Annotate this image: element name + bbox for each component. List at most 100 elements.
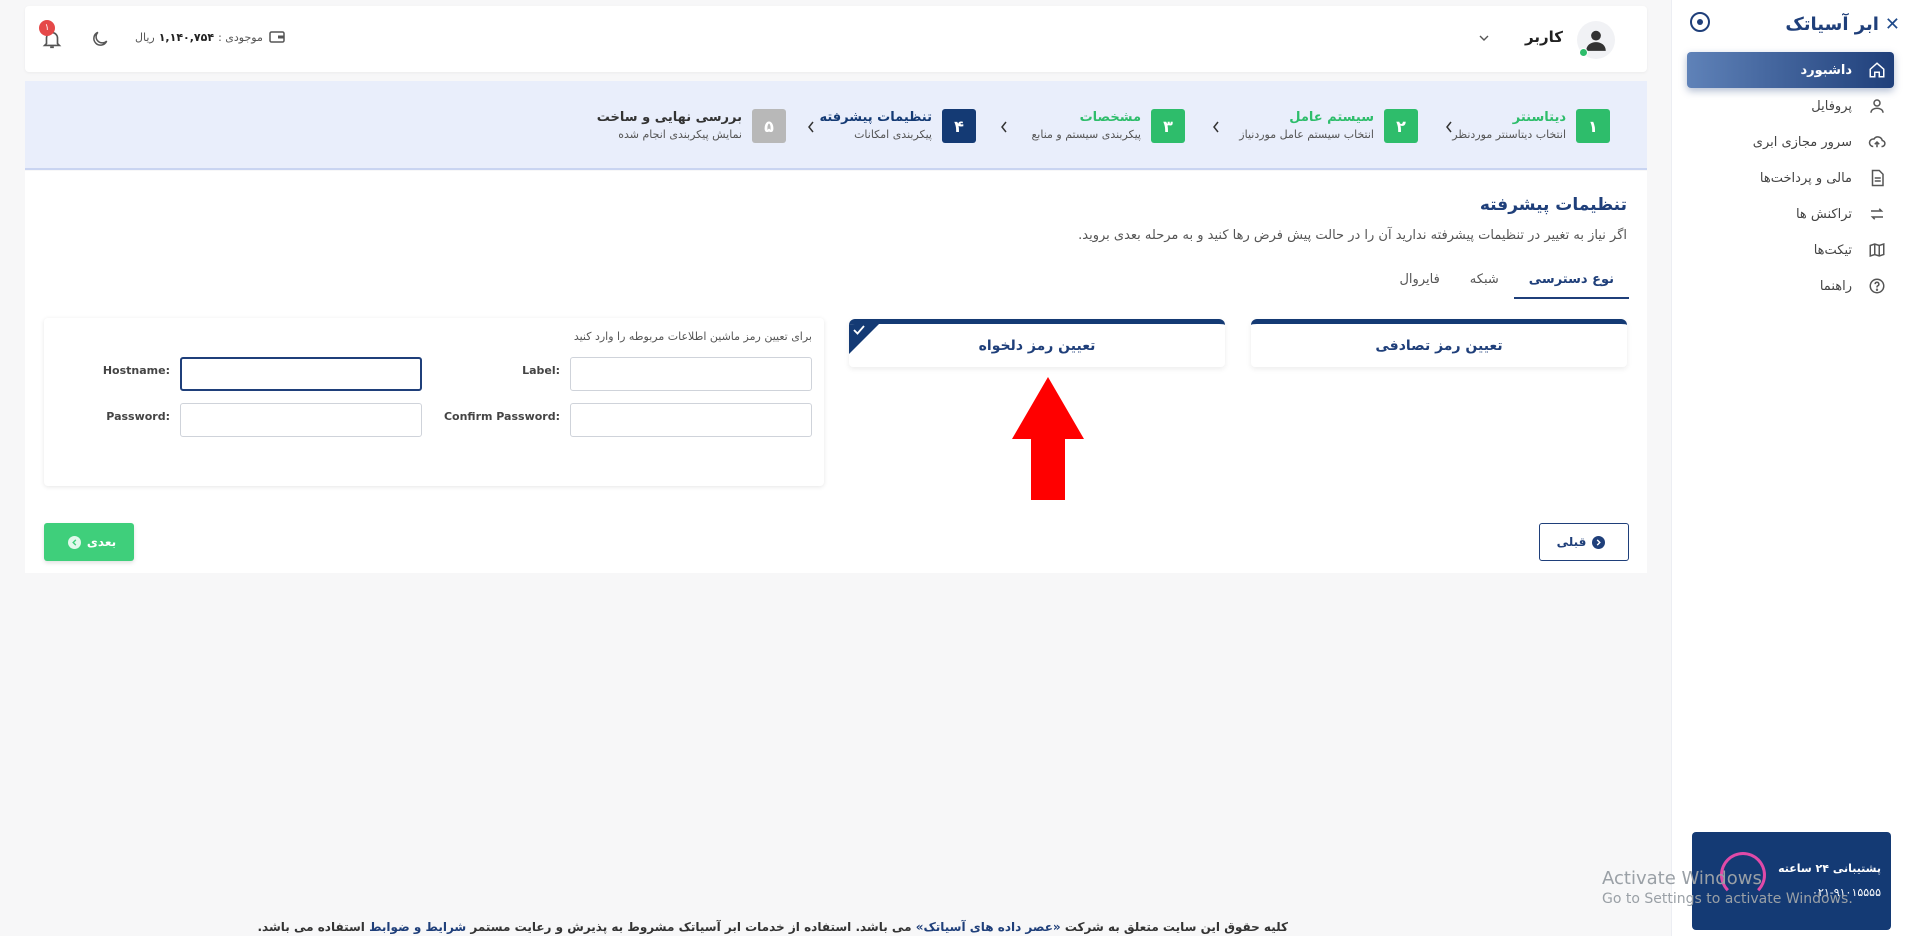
user-name[interactable]: کاربر bbox=[1525, 28, 1563, 46]
step-final-review[interactable]: ۵ بررسی نهایی و ساخت نمایش پیکربندی انجام… bbox=[597, 109, 786, 149]
step-datacenter[interactable]: ۱ دیتاسنتر انتخاب دیتاسنتر موردنظر bbox=[1452, 109, 1610, 149]
watermark-line1: Activate Windows bbox=[1602, 868, 1762, 889]
notification-badge: ۱ bbox=[39, 20, 55, 36]
sidebar-item-label: پروفایل bbox=[1811, 98, 1852, 114]
chevron-left-icon bbox=[1446, 121, 1452, 133]
sidebar-item-transactions[interactable]: تراکنش ها bbox=[1687, 196, 1894, 232]
step-subtitle: پیکربندی سیستم و منابع bbox=[1031, 128, 1141, 141]
wallet-value: ۱,۱۴۰,۷۵۴ bbox=[158, 30, 215, 44]
step-number: ۴ bbox=[942, 109, 976, 143]
previous-button[interactable]: قبلی bbox=[1539, 523, 1629, 561]
step-subtitle: انتخاب سیستم عامل موردنیاز bbox=[1239, 128, 1374, 141]
next-button[interactable]: بعدی bbox=[44, 523, 134, 561]
avatar[interactable] bbox=[1577, 21, 1615, 59]
previous-button-label: قبلی bbox=[1556, 535, 1587, 549]
company-link[interactable]: «عصر داده های آسیاتک» bbox=[916, 920, 1061, 934]
sidebar-item-help[interactable]: راهنما bbox=[1687, 268, 1894, 304]
step-title: بررسی نهایی و ساخت bbox=[596, 110, 742, 125]
hostname-field-label: Hostname: bbox=[102, 364, 170, 377]
wallet-label: موجودی : bbox=[218, 30, 263, 44]
sidebar-item-label: راهنما bbox=[1819, 278, 1852, 294]
step-subtitle: انتخاب دیتاسنتر موردنظر bbox=[1452, 128, 1566, 141]
document-icon bbox=[1866, 167, 1888, 189]
step-advanced-settings[interactable]: ۴ تنظیمات پیشرفته پیکربندی امکانات bbox=[819, 109, 976, 149]
swap-icon bbox=[1866, 203, 1888, 225]
user-icon bbox=[1866, 95, 1888, 117]
confirm-password-input[interactable] bbox=[570, 403, 812, 437]
sidebar-item-label: تیکت‌ها bbox=[1813, 242, 1852, 258]
sidebar-item-label: تراکنش ها bbox=[1795, 206, 1852, 222]
wallet-icon bbox=[269, 31, 285, 43]
step-subtitle: پیکربندی امکانات bbox=[854, 128, 932, 141]
password-field-label: Password: bbox=[106, 410, 170, 423]
chevron-left-icon bbox=[1001, 121, 1007, 133]
help-icon bbox=[1866, 275, 1888, 297]
password-input[interactable] bbox=[180, 403, 422, 437]
map-icon bbox=[1866, 239, 1888, 261]
moon-icon[interactable] bbox=[90, 29, 110, 49]
sidebar-item-cloud-server[interactable]: سرور مجازی ابری bbox=[1687, 124, 1894, 160]
custom-password-form: برای تعیین رمز ماشین اطلاعات مربوطه را و… bbox=[44, 318, 824, 486]
sidebar-item-tickets[interactable]: تیکت‌ها bbox=[1687, 232, 1894, 268]
tab-firewall[interactable]: فایروال bbox=[1384, 269, 1454, 299]
footer-text: می باشد. استفاده از خدمات ابر آسیاتک مشر… bbox=[466, 920, 916, 934]
step-operating-system[interactable]: ۲ سیستم عامل انتخاب سیستم عامل موردنیاز bbox=[1239, 109, 1418, 149]
watermark-line2: Go to Settings to activate Windows. bbox=[1602, 891, 1853, 907]
step-number: ۵ bbox=[752, 109, 786, 143]
chevron-down-icon[interactable] bbox=[1479, 33, 1489, 43]
brand-name: ابر آسیاتک bbox=[1785, 13, 1879, 35]
tab-network[interactable]: شبکه bbox=[1455, 269, 1514, 299]
step-number: ۱ bbox=[1576, 109, 1610, 143]
chevron-right-circle-icon bbox=[1592, 535, 1606, 549]
page-description: اگر نیاز به تغییر در تنظیمات پیشرفته ندا… bbox=[1078, 228, 1627, 243]
form-hint: برای تعیین رمز ماشین اطلاعات مربوطه را و… bbox=[573, 330, 812, 343]
footer-copyright: کلیه حقوق این سایت متعلق به شرکت «عصر دا… bbox=[257, 920, 1288, 934]
step-subtitle: نمایش پیکربندی انجام شده bbox=[618, 128, 742, 141]
label-field-label: Label: bbox=[522, 364, 560, 377]
tab-access-type[interactable]: نوع دسترسی bbox=[1513, 269, 1629, 299]
check-icon bbox=[853, 325, 865, 335]
next-button-label: بعدی bbox=[86, 535, 117, 549]
settings-tabs: نوع دسترسی شبکه فایروال bbox=[1384, 269, 1629, 299]
step-title: تنظیمات پیشرفته bbox=[819, 110, 932, 125]
step-title: سیستم عامل bbox=[1289, 110, 1374, 125]
footer-text: کلیه حقوق این سایت متعلق به شرکت bbox=[1060, 920, 1288, 934]
red-arrow-annotation bbox=[1012, 377, 1084, 500]
home-icon bbox=[1866, 59, 1888, 81]
sidebar-item-label: مالی و پرداخت‌ها bbox=[1759, 170, 1852, 186]
sidebar-item-profile[interactable]: پروفایل bbox=[1687, 88, 1894, 124]
brand-logo-icon: ✕ bbox=[1884, 13, 1900, 35]
chevron-left-icon bbox=[808, 121, 814, 133]
step-number: ۲ bbox=[1384, 109, 1418, 143]
cloud-upload-icon bbox=[1866, 131, 1888, 153]
wallet-balance: موجودی : ۱,۱۴۰,۷۵۴ ریال bbox=[135, 30, 285, 44]
label-input[interactable] bbox=[570, 357, 812, 391]
step-title: دیتاسنتر bbox=[1512, 110, 1566, 125]
chevron-left-icon bbox=[1213, 121, 1219, 133]
step-number: ۳ bbox=[1151, 109, 1185, 143]
page-title: تنظیمات پیشرفته bbox=[1479, 195, 1627, 215]
sidebar-item-dashboard[interactable]: داشبورد bbox=[1687, 52, 1894, 88]
top-header: کاربر ۱ موجودی : ۱,۱۴۰,۷۵۴ ریال bbox=[25, 6, 1647, 72]
windows-activation-watermark: Activate Windows Go to Settings to activ… bbox=[1602, 868, 1853, 907]
option-label: تعیین رمز دلخواه bbox=[978, 337, 1096, 354]
custom-password-option[interactable]: تعیین رمز دلخواه bbox=[849, 319, 1225, 367]
random-password-option[interactable]: تعیین رمز تصادفی bbox=[1251, 319, 1627, 367]
sidebar-toggle-icon[interactable] bbox=[1690, 12, 1710, 32]
online-status-dot bbox=[1579, 48, 1588, 57]
option-label: تعیین رمز تصادفی bbox=[1375, 337, 1503, 354]
sidebar-item-finance[interactable]: مالی و پرداخت‌ها bbox=[1687, 160, 1894, 196]
sidebar-item-label: داشبورد bbox=[1800, 62, 1852, 78]
sidebar-item-label: سرور مجازی ابری bbox=[1752, 134, 1852, 150]
hostname-input[interactable] bbox=[180, 357, 422, 391]
step-specifications[interactable]: ۳ مشخصات پیکربندی سیستم و منابع bbox=[1031, 109, 1185, 149]
sidebar-nav: داشبورد پروفایل سرور مجازی ابری مالی و پ… bbox=[1687, 52, 1894, 304]
brand[interactable]: ✕ ابر آسیاتک bbox=[1690, 10, 1900, 38]
sidebar: ✕ ابر آسیاتک داشبورد پروفایل سرور مجازی … bbox=[1671, 0, 1920, 936]
chevron-left-circle-icon bbox=[67, 535, 81, 549]
wallet-unit: ریال bbox=[135, 30, 155, 44]
terms-link[interactable]: شرایط و ضوابط bbox=[369, 920, 466, 934]
confirm-password-field-label: Confirm Password: bbox=[443, 410, 560, 423]
advanced-settings-card: تنظیمات پیشرفته اگر نیاز به تغییر در تنظ… bbox=[25, 171, 1647, 573]
step-title: مشخصات bbox=[1079, 110, 1141, 125]
